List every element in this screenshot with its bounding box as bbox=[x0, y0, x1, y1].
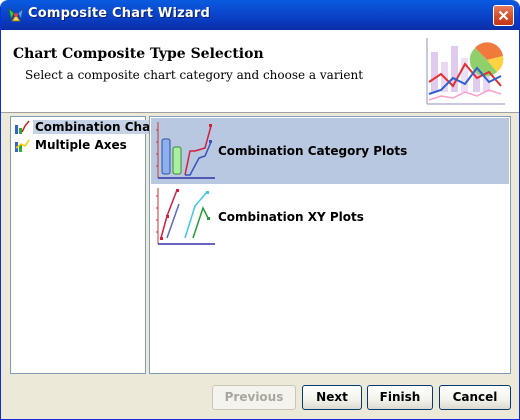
title-bar[interactable]: Composite Chart Wizard bbox=[1, 0, 519, 30]
app-icon bbox=[8, 8, 24, 22]
page-subtitle: Select a composite chart category and ch… bbox=[25, 68, 364, 82]
next-button[interactable]: Next bbox=[302, 385, 362, 410]
xy-plot-icon bbox=[156, 188, 215, 245]
page-title: Chart Composite Type Selection bbox=[13, 46, 264, 62]
composite-chart-illustration-icon bbox=[423, 34, 507, 108]
category-list: Combination Chart Multiple Axes bbox=[10, 116, 164, 374]
category-item-combination-chart[interactable]: Combination Chart bbox=[12, 118, 164, 136]
category-plot-icon bbox=[156, 122, 215, 179]
type-label: Combination XY Plots bbox=[218, 210, 364, 224]
finish-button[interactable]: Finish bbox=[367, 385, 433, 410]
wizard-window: Composite Chart Wizard Chart Composite T… bbox=[0, 0, 520, 420]
type-item-combination-xy-plots[interactable]: Combination XY Plots bbox=[151, 184, 509, 250]
wizard-header: Chart Composite Type Selection Select a … bbox=[1, 30, 519, 112]
previous-button[interactable]: Previous bbox=[212, 385, 296, 410]
category-item-multiple-axes[interactable]: Multiple Axes bbox=[12, 136, 144, 154]
multiple-axes-icon bbox=[15, 139, 30, 152]
cancel-button[interactable]: Cancel bbox=[439, 385, 511, 410]
category-label: Multiple Axes bbox=[35, 138, 127, 152]
type-label: Combination Category Plots bbox=[218, 144, 408, 158]
close-button[interactable] bbox=[493, 5, 514, 26]
header-separator bbox=[1, 112, 519, 113]
type-item-combination-category-plots[interactable]: Combination Category Plots bbox=[151, 118, 509, 184]
type-list: Combination Category Plots Combination X… bbox=[149, 116, 511, 374]
window-title: Composite Chart Wizard bbox=[28, 6, 210, 21]
combination-chart-icon bbox=[15, 120, 30, 134]
close-icon bbox=[498, 10, 509, 21]
category-label: Combination Chart bbox=[33, 120, 164, 134]
